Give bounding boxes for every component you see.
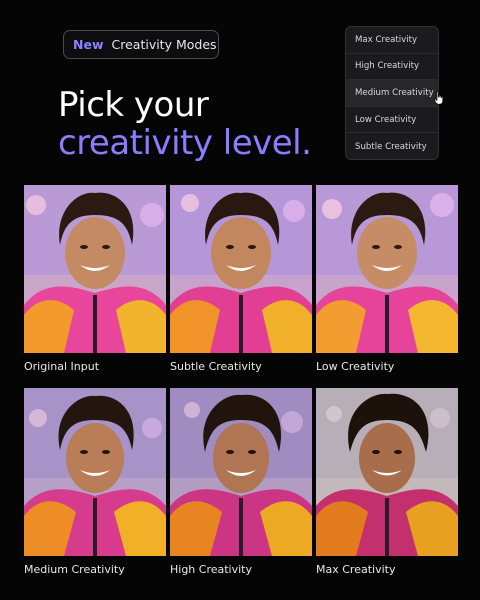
menu-item-medium-creativity[interactable]: Medium Creativity — [346, 80, 438, 107]
portrait-image — [316, 185, 458, 353]
portrait-image — [24, 388, 166, 556]
page-headline: Pick your creativity level. — [58, 85, 312, 163]
creativity-dropdown-menu: Max Creativity High Creativity Medium Cr… — [345, 26, 439, 160]
portrait-image — [316, 388, 458, 556]
portrait-image — [170, 185, 312, 353]
menu-item-max-creativity[interactable]: Max Creativity — [346, 27, 438, 54]
menu-item-subtle-creativity[interactable]: Subtle Creativity — [346, 133, 438, 159]
badge-title: Creativity Modes — [111, 37, 217, 52]
headline-line-1: Pick your — [58, 85, 209, 125]
caption-original-input: Original Input — [24, 360, 100, 373]
portrait-image — [170, 388, 312, 556]
new-tag: New — [73, 37, 104, 52]
menu-item-high-creativity[interactable]: High Creativity — [346, 54, 438, 81]
caption-subtle-creativity: Subtle Creativity — [170, 360, 262, 373]
menu-item-low-creativity[interactable]: Low Creativity — [346, 107, 438, 134]
caption-max-creativity: Max Creativity — [316, 563, 396, 576]
hand-cursor-icon — [434, 91, 443, 105]
thumbnail-medium-creativity[interactable] — [24, 388, 166, 556]
portrait-image — [24, 185, 166, 353]
thumbnail-high-creativity[interactable] — [170, 388, 312, 556]
caption-low-creativity: Low Creativity — [316, 360, 395, 373]
thumbnail-max-creativity[interactable] — [316, 388, 458, 556]
thumbnail-low-creativity[interactable] — [316, 185, 458, 353]
caption-high-creativity: High Creativity — [170, 563, 253, 576]
caption-medium-creativity: Medium Creativity — [24, 563, 125, 576]
feature-badge: New Creativity Modes — [63, 30, 219, 59]
thumbnail-subtle-creativity[interactable] — [170, 185, 312, 353]
headline-line-2: creativity level. — [58, 123, 312, 163]
thumbnail-original-input[interactable] — [24, 185, 166, 353]
